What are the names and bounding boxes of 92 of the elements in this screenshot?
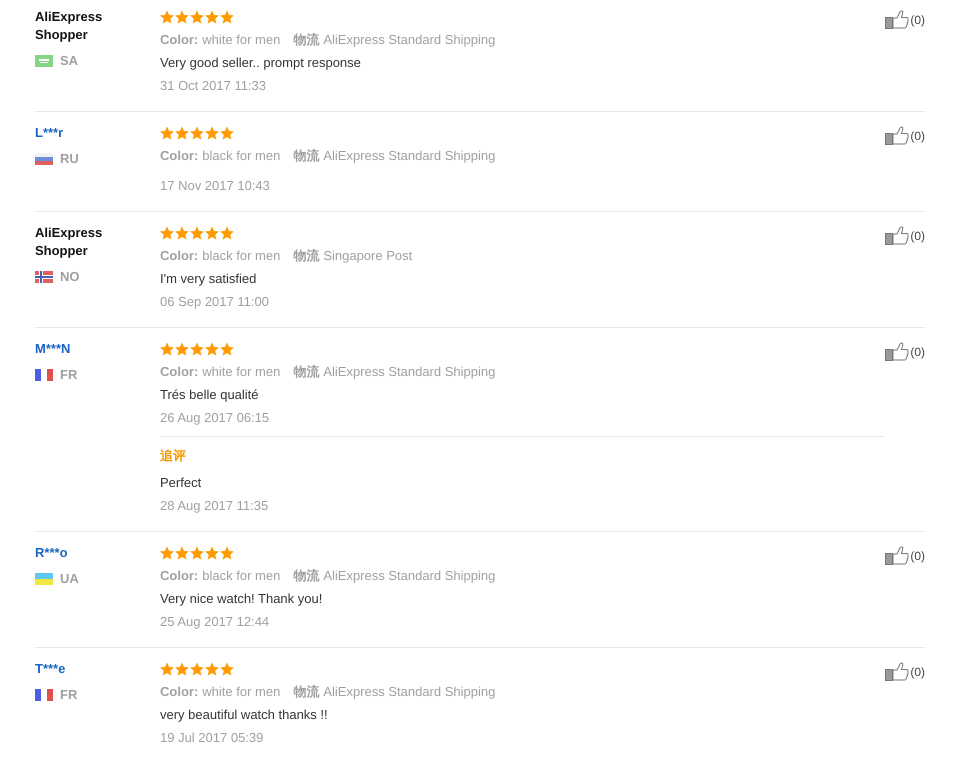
star-icon [190,546,204,560]
helpful-button[interactable]: (0) [885,10,925,29]
attribute-value: AliExpress Standard Shipping [323,567,496,585]
country-code: FR [60,686,78,704]
star-icon [175,662,189,676]
star-icon [190,342,204,356]
thumbs-up-icon [885,10,910,29]
review-date: 25 Aug 2017 12:44 [160,613,270,631]
star-icon [205,10,219,24]
attribute-value: AliExpress Standard Shipping [323,683,496,701]
attribute-label: Color: [160,147,198,165]
review-date: 06 Sep 2017 11:00 [160,293,269,311]
thumbs-up-icon [885,226,910,245]
star-icon [175,226,189,240]
star-icon [220,662,234,676]
attribute-label: 物流 [293,683,320,701]
country-code: RU [60,150,79,168]
review-date: 26 Aug 2017 06:15 [160,409,270,427]
attribute-value: Singapore Post [323,247,412,265]
thumbs-up-icon [885,546,910,565]
star-icon [160,10,174,24]
star-icon [205,546,219,560]
star-icon [190,10,204,24]
attribute-value: AliExpress Standard Shipping [323,31,496,49]
star-icon [160,226,174,240]
attribute-label: Color: [160,683,198,701]
star-icon [160,546,174,560]
reviewer-name[interactable]: M***N [35,340,70,358]
star-icon [220,10,234,24]
reviewer-name: AliExpress Shopper [35,8,104,44]
country-code: SA [60,52,78,70]
review-text: I'm very satisfied [160,270,256,288]
star-icon [190,126,204,140]
thumbs-up-icon [885,662,910,681]
attribute-value: black for men [202,247,280,265]
reviewer-name[interactable]: L***r [35,124,64,142]
attribute-label: Color: [160,567,198,585]
star-icon [220,546,234,560]
attribute-label: Color: [160,363,198,381]
attribute-value: white for men [202,363,280,381]
attribute-label: 物流 [293,31,320,49]
helpful-button[interactable]: (0) [885,342,925,361]
helpful-button[interactable]: (0) [885,126,925,145]
country-code: NO [60,268,80,286]
star-icon [205,226,219,240]
reviewer-name: AliExpress Shopper [35,224,104,260]
attribute-label: Color: [160,247,198,265]
star-icon [175,10,189,24]
review-text: very beautiful watch thanks !! [160,706,328,724]
helpful-button[interactable]: (0) [885,546,925,565]
attribute-value: white for men [202,683,280,701]
star-icon [205,662,219,676]
star-icon [160,342,174,356]
country-code: UA [60,570,79,588]
follow-up-text: Perfect [160,474,202,492]
star-icon [160,662,174,676]
review-date: 31 Oct 2017 11:33 [160,77,266,95]
review-date: 19 Jul 2017 05:39 [160,729,264,747]
attribute-value: AliExpress Standard Shipping [323,363,496,381]
star-icon [175,126,189,140]
star-icon [205,126,219,140]
attribute-label: Color: [160,31,198,49]
attribute-label: 物流 [293,567,320,585]
star-icon [220,226,234,240]
reviewer-name[interactable]: R***o [35,544,68,562]
helpful-button[interactable]: (0) [885,662,925,681]
attribute-value: black for men [202,147,280,165]
star-icon [205,342,219,356]
helpful-button[interactable]: (0) [885,226,925,245]
review-date: 17 Nov 2017 10:43 [160,177,270,195]
attribute-value: white for men [202,31,280,49]
reviewer-name[interactable]: T***e [35,660,66,678]
follow-up-date: 28 Aug 2017 11:35 [160,497,268,515]
follow-up-label: 追评 [160,447,186,465]
star-icon [160,126,174,140]
attribute-label: 物流 [293,247,320,265]
review-text: Very good seller.. prompt response [160,54,361,72]
review-text: Very nice watch! Thank you! [160,590,322,608]
thumbs-up-icon [885,342,910,361]
star-icon [190,226,204,240]
star-icon [175,546,189,560]
star-icon [190,662,204,676]
attribute-value: black for men [202,567,280,585]
country-code: FR [60,366,78,384]
star-icon [175,342,189,356]
attribute-label: 物流 [293,363,320,381]
review-text: Trés belle qualité [160,386,259,404]
attribute-label: 物流 [293,147,320,165]
star-icon [220,126,234,140]
star-icon [220,342,234,356]
attribute-value: AliExpress Standard Shipping [323,147,496,165]
thumbs-up-icon [885,126,910,145]
